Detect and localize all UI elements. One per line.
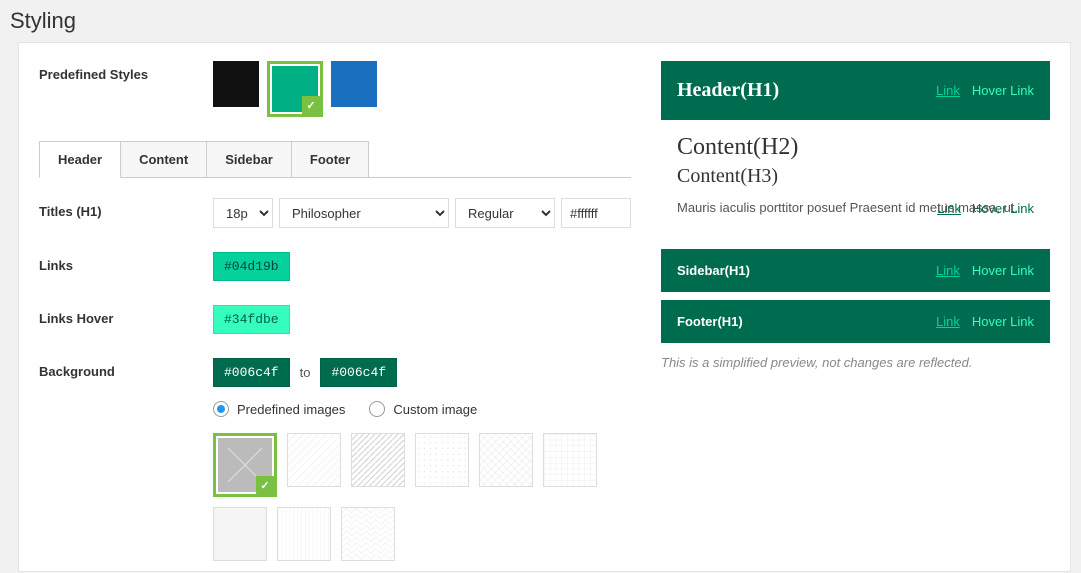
tabs: Header Content Sidebar Footer <box>39 141 631 178</box>
tab-header[interactable]: Header <box>39 141 121 178</box>
preview-sidebar-title: Sidebar(H1) <box>677 263 750 278</box>
preview-note: This is a simplified preview, not change… <box>661 355 1050 370</box>
pattern-5[interactable] <box>479 433 533 487</box>
radio-predefined-label: Predefined images <box>237 402 345 417</box>
radio-icon <box>213 401 229 417</box>
preview-header-title: Header(H1) <box>677 79 779 102</box>
font-weight-select[interactable]: Regular <box>455 198 555 228</box>
pattern-3[interactable] <box>351 433 405 487</box>
pattern-7[interactable] <box>213 507 267 561</box>
titles-label: Titles (H1) <box>39 198 213 219</box>
style-swatch-blue[interactable] <box>331 61 377 117</box>
preview-header-hover-link: Hover Link <box>972 83 1034 98</box>
pattern-9[interactable] <box>341 507 395 561</box>
bg-from-chip[interactable]: #006c4f <box>213 358 290 387</box>
tab-content[interactable]: Content <box>120 141 207 178</box>
radio-custom-image[interactable]: Custom image <box>369 401 477 417</box>
preview-content-h2: Content(H2) <box>677 134 1034 161</box>
preview-content-h3: Content(H3) <box>677 165 1034 188</box>
preview-footer-hover-link: Hover Link <box>972 314 1034 329</box>
style-swatch-black[interactable] <box>213 61 259 117</box>
links-hover-color-chip[interactable]: #34fdbe <box>213 305 290 334</box>
tab-sidebar[interactable]: Sidebar <box>206 141 292 178</box>
preview-sidebar-hover-link: Hover Link <box>972 263 1034 278</box>
background-label: Background <box>39 358 213 379</box>
font-size-select[interactable]: 18px <box>213 198 273 228</box>
radio-custom-label: Custom image <box>393 402 477 417</box>
radio-predefined-images[interactable]: Predefined images <box>213 401 345 417</box>
links-hover-label: Links Hover <box>39 305 213 326</box>
title-color-input[interactable] <box>561 198 631 228</box>
preview-header: Header(H1) Link Hover Link <box>661 61 1050 120</box>
tab-footer[interactable]: Footer <box>291 141 369 178</box>
preview-footer-title: Footer(H1) <box>677 314 743 329</box>
bg-to-chip[interactable]: #006c4f <box>320 358 397 387</box>
radio-icon <box>369 401 385 417</box>
pattern-2[interactable] <box>287 433 341 487</box>
pattern-1[interactable] <box>213 433 277 497</box>
font-family-select[interactable]: Philosopher <box>279 198 449 228</box>
bg-to-text: to <box>300 365 311 380</box>
check-icon <box>256 476 274 494</box>
pattern-6[interactable] <box>543 433 597 487</box>
links-color-chip[interactable]: #04d19b <box>213 252 290 281</box>
preview-content-text: Mauris iaculis porttitor posuef Praesent… <box>677 196 1034 221</box>
page-title: Styling <box>0 0 1081 42</box>
preview-header-link: Link <box>936 83 960 98</box>
check-icon <box>302 96 320 114</box>
preview-footer: Footer(H1) Link Hover Link <box>661 300 1050 343</box>
preview-sidebar: Sidebar(H1) Link Hover Link <box>661 249 1050 292</box>
bg-patterns <box>213 433 631 561</box>
style-swatch-green[interactable] <box>267 61 323 117</box>
preview-footer-link: Link <box>936 314 960 329</box>
predefined-styles-label: Predefined Styles <box>39 61 213 82</box>
preview-sidebar-link: Link <box>936 263 960 278</box>
styling-panel: Predefined Styles Header Content Sidebar… <box>18 42 1071 572</box>
pattern-8[interactable] <box>277 507 331 561</box>
preview-content: Content(H2) Content(H3) Mauris iaculis p… <box>661 120 1050 241</box>
links-label: Links <box>39 252 213 273</box>
pattern-4[interactable] <box>415 433 469 487</box>
